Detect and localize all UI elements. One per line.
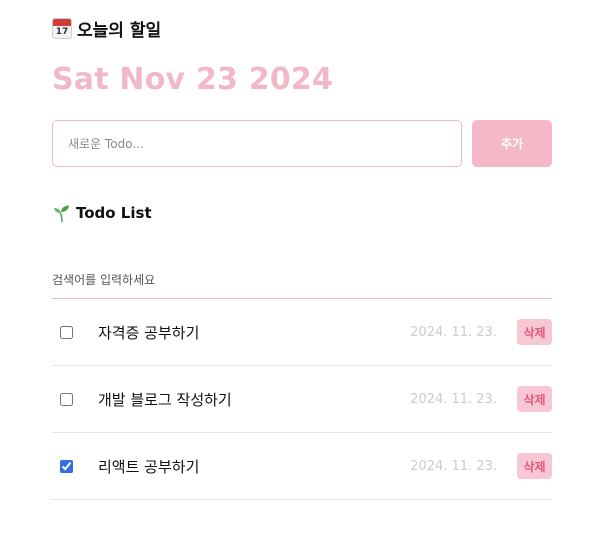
- todo-checkbox[interactable]: [60, 459, 73, 473]
- todo-date: 2024. 11. 23.: [410, 458, 497, 474]
- todo-app: 17 오늘의 할일 Sat Nov 23 2024 추가 Todo List 자…: [52, 14, 552, 500]
- delete-button[interactable]: 삭제: [517, 386, 552, 412]
- todo-list-title: Todo List: [52, 201, 552, 225]
- todo-item: 자격증 공부하기 2024. 11. 23. 삭제: [52, 299, 552, 366]
- delete-button[interactable]: 삭제: [517, 453, 552, 479]
- todo-content: 리액트 공부하기: [98, 457, 200, 476]
- todo-date: 2024. 11. 23.: [410, 324, 497, 340]
- calendar-icon: 17: [52, 17, 72, 39]
- sprout-icon: [54, 205, 69, 223]
- todo-content: 자격증 공부하기: [98, 323, 200, 342]
- todo-list-title-text: Todo List: [76, 204, 152, 222]
- todo-checkbox[interactable]: [60, 392, 73, 406]
- search-input[interactable]: [52, 269, 552, 299]
- todo-checkbox[interactable]: [60, 325, 73, 339]
- add-todo-button[interactable]: 추가: [472, 120, 552, 167]
- todo-editor: 추가: [52, 120, 552, 167]
- todo-date: 2024. 11. 23.: [410, 391, 497, 407]
- todo-item: 리액트 공부하기 2024. 11. 23. 삭제: [52, 433, 552, 500]
- today-date: Sat Nov 23 2024: [52, 62, 334, 97]
- todo-item: 개발 블로그 작성하기 2024. 11. 23. 삭제: [52, 366, 552, 433]
- todo-content: 개발 블로그 작성하기: [98, 390, 232, 409]
- calendar-icon-day: 17: [55, 26, 69, 37]
- delete-button[interactable]: 삭제: [517, 319, 552, 345]
- page-title-text: 오늘의 할일: [77, 20, 162, 41]
- todo-list: 자격증 공부하기 2024. 11. 23. 삭제 개발 블로그 작성하기 20…: [52, 299, 552, 500]
- new-todo-input[interactable]: [52, 120, 462, 167]
- calendar-icon-top: [53, 18, 71, 26]
- page-title: 17 오늘의 할일: [52, 14, 552, 42]
